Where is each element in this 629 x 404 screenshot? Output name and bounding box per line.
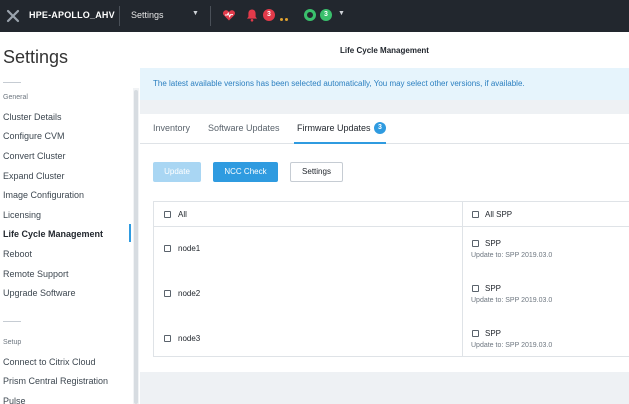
firmware-updates-count-badge: 3 <box>374 122 386 134</box>
section-label-setup: Setup <box>3 339 22 346</box>
sidebar-item-connect-citrix-cloud[interactable]: Connect to Citrix Cloud <box>3 357 96 367</box>
content-footer-area <box>140 372 629 404</box>
sidebar-item-cluster-details[interactable]: Cluster Details <box>3 112 62 122</box>
column-header-all-spp: All SPP <box>485 210 513 219</box>
firmware-updates-table: All All SPP node1 SPP Update to: SPP 201… <box>153 201 629 357</box>
main-content: Life Cycle Management The latest availab… <box>140 32 629 404</box>
select-all-checkbox[interactable] <box>164 211 171 218</box>
tab-inventory[interactable]: Inventory <box>153 123 190 133</box>
component-name: SPP <box>485 239 502 248</box>
settings-button[interactable]: Settings <box>290 162 343 182</box>
node1-spp-checkbox[interactable] <box>472 240 479 247</box>
settings-sidebar: Settings General Cluster Details Configu… <box>0 32 140 404</box>
top-navigation-bar: HPE-APOLLO_AHV Settings ▼ 3 3 ▼ <box>0 0 629 32</box>
header-divider <box>154 226 629 227</box>
page-header: Life Cycle Management <box>140 32 629 68</box>
sidebar-item-licensing[interactable]: Licensing <box>3 210 41 220</box>
component-name: SPP <box>485 329 502 338</box>
sidebar-item-pulse[interactable]: Pulse <box>3 396 26 404</box>
status-ring-icon[interactable] <box>304 9 316 21</box>
active-item-marker <box>129 224 131 242</box>
nutanix-x-icon[interactable] <box>6 9 20 23</box>
node-name: node2 <box>178 289 201 298</box>
divider <box>3 321 21 322</box>
divider <box>3 82 21 83</box>
divider <box>210 6 211 26</box>
node3-spp-checkbox[interactable] <box>472 330 479 337</box>
section-label-general: General <box>3 94 28 101</box>
sidebar-item-prism-central-registration[interactable]: Prism Central Registration <box>3 376 108 386</box>
node1-checkbox[interactable] <box>164 245 171 252</box>
info-banner: The latest available versions has been s… <box>140 68 629 100</box>
bell-icon[interactable] <box>246 8 258 22</box>
tab-firmware-updates[interactable]: Firmware Updates <box>297 123 371 133</box>
divider <box>119 6 120 26</box>
more-alerts-dots[interactable] <box>280 13 290 23</box>
ncc-check-button[interactable]: NCC Check <box>213 162 278 182</box>
node-name: node3 <box>178 334 201 343</box>
heart-health-icon[interactable] <box>222 8 236 22</box>
alert-count-badge[interactable]: 3 <box>263 9 275 21</box>
update-target-text: Update to: SPP 2019.03.0 <box>471 297 553 304</box>
node2-spp-checkbox[interactable] <box>472 285 479 292</box>
active-tab-indicator <box>294 142 386 144</box>
tab-software-updates[interactable]: Software Updates <box>208 123 280 133</box>
sidebar-item-upgrade-software[interactable]: Upgrade Software <box>3 288 76 298</box>
main-menu-dropdown[interactable]: Settings <box>131 10 164 20</box>
lcm-panel: Inventory Software Updates Firmware Upda… <box>140 114 629 372</box>
update-target-text: Update to: SPP 2019.03.0 <box>471 342 553 349</box>
sidebar-item-convert-cluster[interactable]: Convert Cluster <box>3 151 66 161</box>
node-name: node1 <box>178 244 201 253</box>
cluster-name[interactable]: HPE-APOLLO_AHV <box>29 10 115 20</box>
sidebar-scrollbar-thumb[interactable] <box>134 90 138 404</box>
column-header-all: All <box>178 210 187 219</box>
sidebar-title: Settings <box>3 47 69 67</box>
sidebar-item-life-cycle-management[interactable]: Life Cycle Management <box>3 229 103 239</box>
component-name: SPP <box>485 284 502 293</box>
sidebar-item-expand-cluster[interactable]: Expand Cluster <box>3 171 65 181</box>
chevron-down-icon[interactable]: ▼ <box>192 10 199 17</box>
chevron-down-icon[interactable]: ▼ <box>338 10 345 17</box>
update-button[interactable]: Update <box>153 162 201 182</box>
node3-checkbox[interactable] <box>164 335 171 342</box>
select-all-spp-checkbox[interactable] <box>472 211 479 218</box>
sidebar-item-image-configuration[interactable]: Image Configuration <box>3 190 84 200</box>
tab-bar: Inventory Software Updates Firmware Upda… <box>140 114 629 144</box>
task-count-badge[interactable]: 3 <box>320 9 332 21</box>
update-target-text: Update to: SPP 2019.03.0 <box>471 252 553 259</box>
sidebar-item-remote-support[interactable]: Remote Support <box>3 269 69 279</box>
sidebar-item-reboot[interactable]: Reboot <box>3 249 32 259</box>
node2-checkbox[interactable] <box>164 290 171 297</box>
info-banner-text: The latest available versions has been s… <box>153 79 525 88</box>
page-title: Life Cycle Management <box>340 46 429 55</box>
sidebar-item-configure-cvm[interactable]: Configure CVM <box>3 131 65 141</box>
